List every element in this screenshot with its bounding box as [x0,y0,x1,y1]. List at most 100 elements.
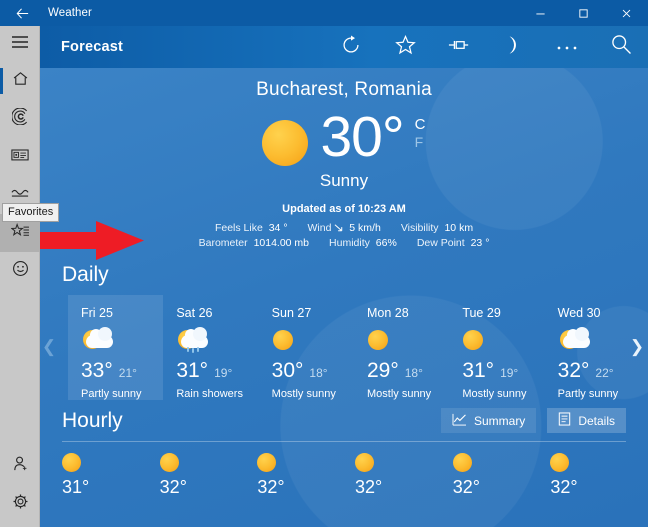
daily-low: 18° [309,366,328,380]
favorite-button[interactable] [378,26,432,68]
daily-high: 31° [462,359,495,382]
current-temperature-row: 30° C F [40,107,648,173]
detail-value: 10 km [444,222,474,234]
hourly-divider [62,441,626,442]
title-bar: Weather [0,0,648,26]
sun-icon [257,453,277,472]
daily-card[interactable]: Fri 25 33° 21° Partly sunny [68,295,164,400]
daily-card[interactable]: Mon 28 29° 18° Mostly sunny [354,295,449,400]
daily-day-label: Sun 27 [271,306,312,320]
list-icon [558,412,571,429]
sun-icon [159,453,179,472]
hamburger-menu-button[interactable] [0,26,40,62]
hourly-temperature: 32° [159,477,187,497]
daily-prev-button[interactable]: ❮ [40,327,58,367]
detail-humidity: Humidity 66% [329,237,397,249]
minimize-button[interactable] [519,0,562,26]
maximize-button[interactable] [562,0,605,26]
sidebar-item-maps[interactable] [0,100,40,138]
gear-icon [12,493,29,515]
back-button[interactable] [0,0,44,26]
hourly-item[interactable]: 32° [550,453,648,498]
sidebar-item-account[interactable] [0,447,40,485]
favorites-star-icon [9,222,30,244]
smiley-icon [12,260,29,282]
pin-button[interactable] [432,26,486,68]
daily-high: 31° [176,359,209,382]
refresh-icon [341,35,361,60]
sun-icon [62,453,81,472]
sidebar-item-settings[interactable] [0,485,40,523]
detail-label: Humidity [329,237,370,249]
daily-low: 19° [500,366,519,380]
daily-day-label: Wed 30 [557,306,601,320]
daily-high: 30° [271,359,304,382]
sun-icon [262,120,309,166]
chart-icon [452,413,467,429]
daily-temps: 30° 18° [272,359,354,383]
hourly-item[interactable]: 31° [62,453,160,498]
sun-icon [452,453,472,472]
daily-card[interactable]: Sun 27 30° 18° Mostly sunny [259,295,354,400]
detail-value: 34 ° [268,222,288,234]
refresh-button[interactable] [324,26,378,68]
hourly-temperature: 32° [257,477,285,497]
home-icon [12,70,29,92]
daily-day-label: Fri 25 [81,306,113,320]
daily-card[interactable]: Wed 30 32° 22° Partly sunny [545,295,640,400]
unit-celsius-button[interactable]: C [415,116,426,133]
close-button[interactable] [605,0,648,26]
detail-label: Wind [307,222,332,234]
hourly-item[interactable]: 32° [159,453,258,498]
search-icon [611,34,632,60]
detail-value: 66% [375,237,397,249]
app-header: Forecast [40,26,648,68]
temperature-value: 30 [320,105,382,169]
navigation-rail-bottom [0,447,40,523]
hourly-summary-button[interactable]: Summary [440,408,537,433]
hourly-item[interactable]: 32° [257,453,355,498]
updated-timestamp: Updated as of 10:23 AM [282,203,406,215]
detail-label: Dew Point [416,237,465,249]
ellipsis-icon [556,38,578,56]
current-condition: Sunny [319,171,369,190]
hourly-section-title: Hourly [62,408,123,432]
hourly-item[interactable]: 32° [355,453,453,498]
current-temperature: 30° [320,105,405,169]
daily-temps: 29° 18° [367,359,449,383]
daily-day-label: Mon 28 [366,306,409,320]
detail-label: Feels Like [214,222,263,234]
detail-label: Visibility [400,222,439,234]
detail-dew-point: Dew Point 23 ° [417,237,490,249]
navigation-rail [0,26,40,527]
sun-icon [272,327,354,353]
news-icon [11,147,29,167]
hourly-list: 31° 32° 32° 32° 32° 32° [62,453,648,498]
hourly-details-button[interactable]: Details [547,408,626,433]
daily-description: Mostly sunny [271,388,336,400]
night-mode-button[interactable] [486,26,540,68]
sun-icon [355,453,375,472]
more-button[interactable] [540,26,594,68]
daily-section-title: Daily [62,263,109,286]
sidebar-item-news[interactable] [0,138,40,176]
daily-description: Rain showers [176,388,243,400]
partly-sunny-icon [81,327,163,353]
daily-description: Mostly sunny [462,388,527,400]
hourly-details-label: Details [578,413,615,428]
add-person-icon [12,455,29,477]
daily-low: 18° [404,366,423,380]
search-button[interactable] [594,26,648,68]
daily-card[interactable]: Tue 29 31° 19° Mostly sunny [449,295,544,400]
detail-label: Barometer [198,237,248,249]
hourly-temperature: 31° [62,477,90,497]
unit-fahrenheit-button[interactable]: F [415,133,424,151]
daily-temps: 31° 19° [462,359,544,383]
daily-temps: 32° 22° [558,359,640,383]
window-title: Weather [48,7,92,19]
sidebar-item-home[interactable] [0,62,40,100]
daily-high: 33° [81,359,113,382]
daily-card[interactable]: Sat 26 31° 19° Rain showers [163,295,258,400]
hourly-item[interactable]: 32° [452,453,551,498]
degree-symbol: ° [381,105,405,169]
